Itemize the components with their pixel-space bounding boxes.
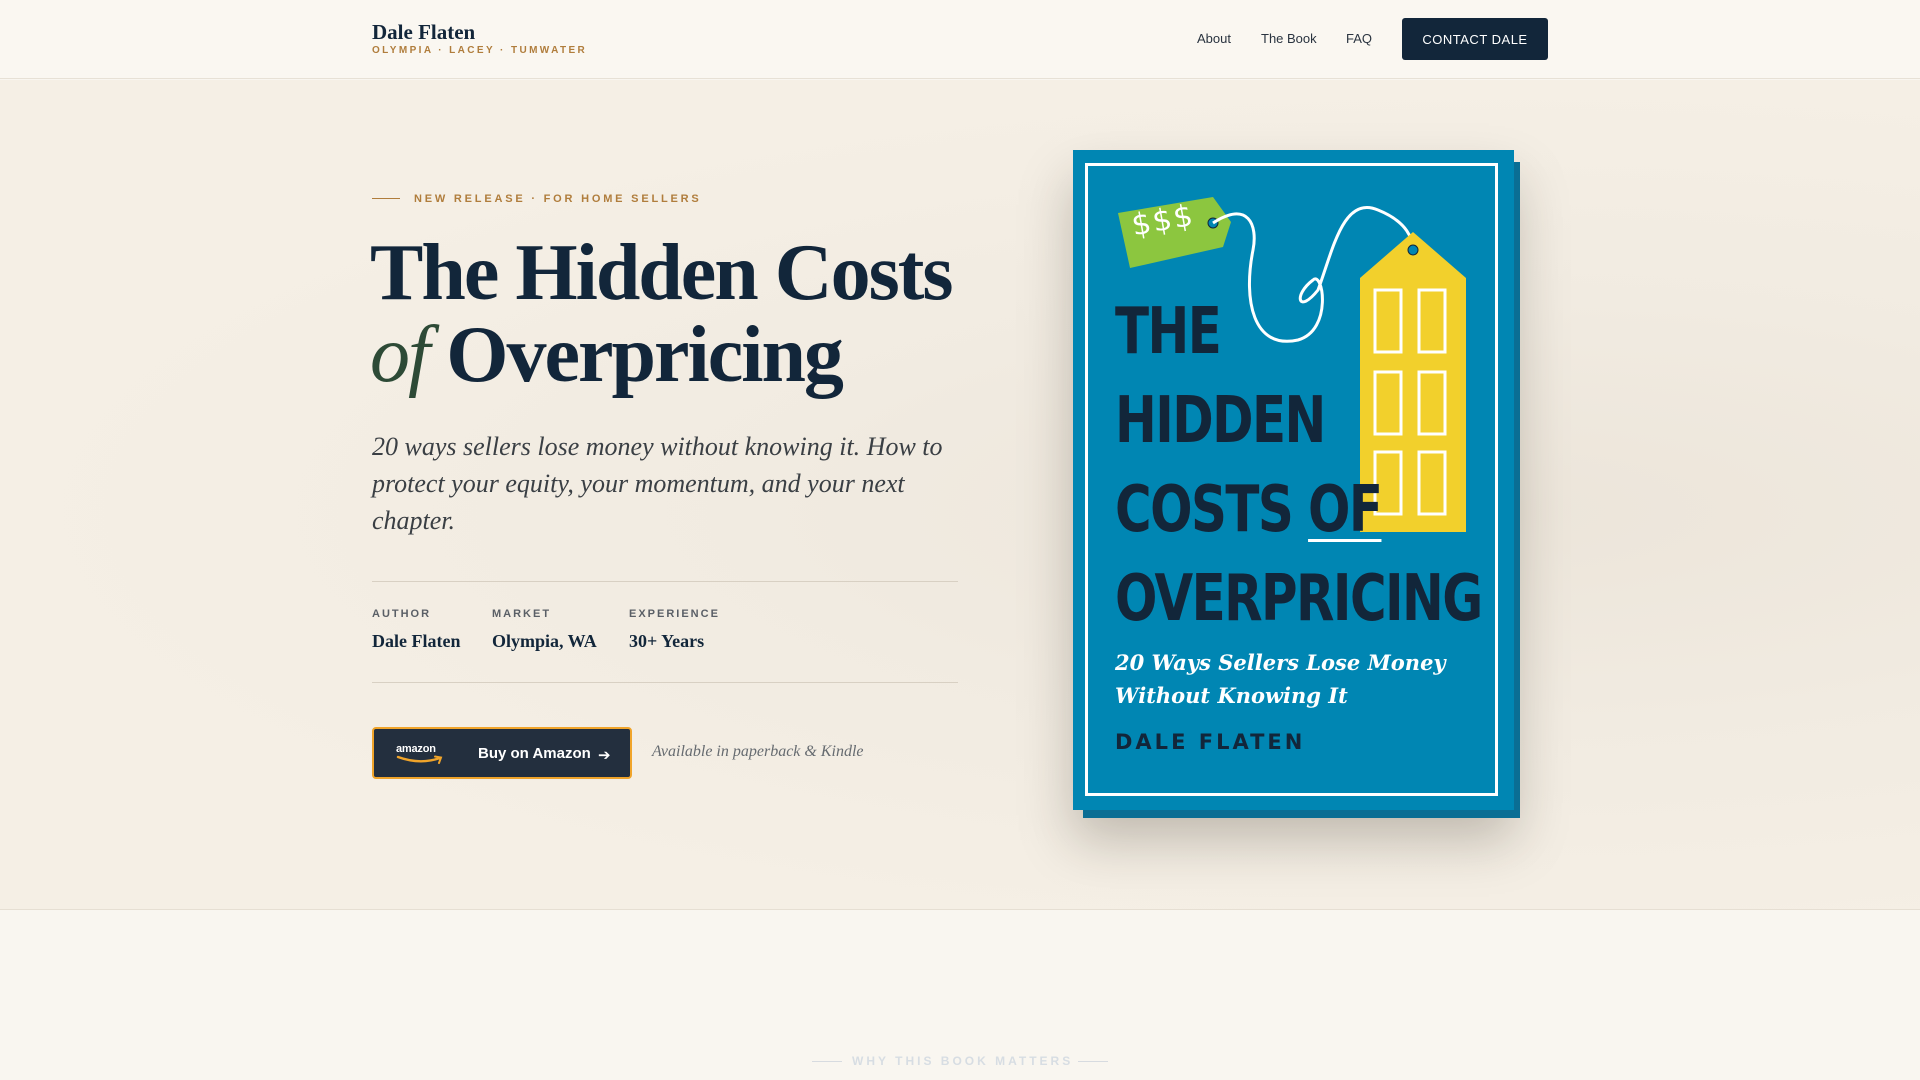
cover-subtitle-line2: Without Knowing It bbox=[1115, 683, 1348, 708]
stat-author-label: AUTHOR bbox=[372, 608, 432, 620]
hero-title: The Hidden Costs of Overpricing bbox=[370, 232, 1010, 396]
cover-title-line: THE bbox=[1115, 295, 1222, 369]
book-cover: $$$ THE HIDDEN COSTS OF OVERPRICING 20 W… bbox=[1073, 150, 1514, 810]
cover-title-line: COSTS OF bbox=[1115, 466, 1419, 555]
cover-title-word: OF bbox=[1308, 473, 1383, 547]
stat-experience-label: EXPERIENCE bbox=[629, 608, 720, 620]
hero-subtitle: 20 ways sellers lose money without knowi… bbox=[372, 432, 943, 535]
buy-on-amazon-button[interactable]: amazon Buy on Amazon ➔ bbox=[372, 727, 632, 779]
cover-title: THE HIDDEN COSTS OF OVERPRICING bbox=[1115, 288, 1483, 644]
cover-subtitle: 20 Ways Sellers Lose Money Without Knowi… bbox=[1115, 646, 1495, 712]
nav-the-book[interactable]: The Book bbox=[1261, 31, 1317, 46]
section-eyebrow-rule-right bbox=[1078, 1061, 1108, 1062]
stat-author-value: Dale Flaten bbox=[372, 631, 461, 651]
eyebrow-rule bbox=[372, 198, 400, 199]
stats-bottom-divider bbox=[372, 682, 958, 683]
arrow-right-icon: ➔ bbox=[598, 747, 611, 764]
stat-market-label: MARKET bbox=[492, 608, 552, 620]
section-eyebrow-rule-left bbox=[812, 1061, 842, 1062]
cover-title-line: HIDDEN bbox=[1115, 384, 1326, 458]
amazon-logo: amazon bbox=[396, 743, 436, 755]
contact-button[interactable]: CONTACT DALE bbox=[1402, 18, 1548, 60]
hero-title-line2: Overpricing bbox=[446, 311, 844, 399]
brand-name[interactable]: Dale Flaten bbox=[372, 20, 475, 45]
cover-author: DALE FLATEN bbox=[1115, 730, 1306, 754]
stat-experience-value: 30+ Years bbox=[629, 631, 705, 651]
cover-subtitle-line1: 20 Ways Sellers Lose Money bbox=[1115, 650, 1446, 675]
nav-about[interactable]: About bbox=[1197, 31, 1231, 46]
nav-faq[interactable]: FAQ bbox=[1346, 31, 1372, 46]
availability-note: Available in paperback & Kindle bbox=[652, 743, 864, 760]
site-header: Dale Flaten OLYMPIA · LACEY · TUMWATER A… bbox=[0, 0, 1920, 79]
buy-button-label: Buy on Amazon bbox=[478, 745, 591, 762]
cover-title-word: COSTS bbox=[1115, 473, 1294, 547]
stat-market-value: Olympia, WA bbox=[492, 631, 597, 651]
next-section-eyebrow: WHY THIS BOOK MATTERS bbox=[852, 1054, 1074, 1068]
stats-top-divider bbox=[372, 581, 958, 582]
brand-tagline: OLYMPIA · LACEY · TUMWATER bbox=[372, 45, 588, 56]
cover-title-line: OVERPRICING bbox=[1115, 562, 1483, 636]
hero-eyebrow: NEW RELEASE · FOR HOME SELLERS bbox=[414, 193, 702, 205]
hero-title-of: of bbox=[370, 311, 430, 399]
amazon-smile-icon bbox=[396, 755, 443, 764]
hero-section bbox=[0, 80, 1920, 910]
hero-title-line1: The Hidden Costs bbox=[370, 229, 953, 317]
